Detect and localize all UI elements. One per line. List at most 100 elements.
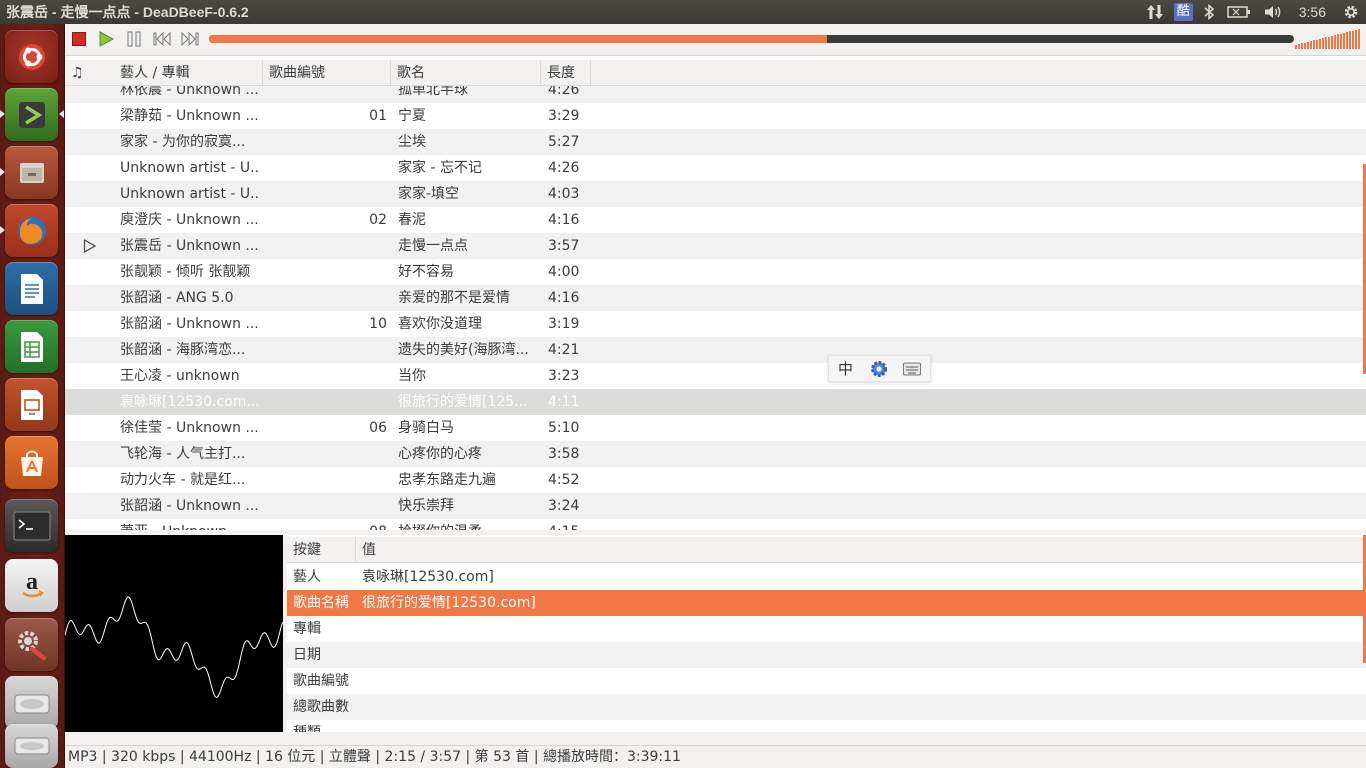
pause-button[interactable]: [123, 30, 145, 48]
playlist-row[interactable]: Unknown artist - U... 家家 - 忘不记 4:26: [65, 155, 1366, 181]
scope-waveform: [64, 596, 283, 699]
track-title: 遗失的美好(海豚湾...: [398, 342, 529, 358]
libreoffice-impress-icon[interactable]: [5, 378, 58, 431]
property-row[interactable]: 總歌曲數: [287, 694, 1366, 720]
track-artist-album: 萧亚 - Unknown ...: [120, 519, 260, 530]
firefox-icon[interactable]: [5, 204, 58, 257]
gear-icon[interactable]: [862, 356, 895, 381]
col-title[interactable]: 歌名: [391, 60, 541, 86]
volume-bar-segment: [1313, 40, 1315, 49]
volume-bar-segment: [1352, 30, 1354, 49]
col-track-number[interactable]: 歌曲編號: [263, 60, 391, 86]
playlist-row[interactable]: Unknown artist - U... 家家-填空 4:03: [65, 181, 1366, 207]
volume-icon[interactable]: [1257, 0, 1289, 24]
play-button[interactable]: [95, 30, 117, 48]
volume-bar-segment: [1298, 44, 1300, 49]
property-row[interactable]: 專輯: [287, 616, 1366, 642]
volume-bar-segment: [1331, 35, 1333, 49]
libreoffice-writer-icon[interactable]: [5, 262, 58, 315]
track-number: [263, 155, 387, 181]
stop-button[interactable]: [68, 30, 90, 48]
playlist-row[interactable]: 张韶涵 - ANG 5.0 亲爱的那不是爱情 4:16: [65, 285, 1366, 311]
bluetooth-icon[interactable]: [1197, 0, 1221, 24]
top-panel: 张震岳 - 走慢一点点 - DeaDBeeF-0.6.2 酷 3:56: [0, 0, 1366, 24]
track-number: 02: [369, 212, 387, 228]
drive-icon[interactable]: [5, 676, 58, 729]
volume-bar-segment: [1358, 29, 1360, 49]
ime-mode-toggle[interactable]: 中: [829, 356, 862, 381]
playlist-row[interactable]: 萧亚 - Unknown ...08 拾掇你的温柔 4:15: [65, 519, 1366, 530]
seek-bar[interactable]: [209, 35, 1294, 43]
playlist-row[interactable]: 家家 - 为你的寂寞... 尘埃 5:27: [65, 129, 1366, 155]
volume-slider[interactable]: [1295, 29, 1363, 49]
playlist-row[interactable]: 张靓颖 - 倾听 张靓颖 好不容易 4:00: [65, 259, 1366, 285]
file-manager-icon[interactable]: [5, 146, 58, 199]
col-value[interactable]: 值: [356, 537, 1366, 563]
previous-button[interactable]: [151, 30, 173, 48]
volume-bar-segment: [1340, 33, 1342, 49]
track-properties: 藝人 袁咏琳[12530.com] 歌曲名稱 很旅行的爱情[12530.com] 專輯日…: [287, 535, 1366, 732]
col-key[interactable]: 按鍵: [287, 537, 356, 563]
software-center-icon[interactable]: [5, 436, 58, 489]
playlist-row[interactable]: 庾澄庆 - Unknown ... 02 春泥 4:16: [65, 207, 1366, 233]
libreoffice-calc-icon[interactable]: [5, 320, 58, 373]
playlist-row[interactable]: 张震岳 - Unknown ... 走慢一点点 3:57: [65, 233, 1366, 259]
terminal-icon[interactable]: [5, 499, 58, 552]
playlist-row[interactable]: 张韶涵 - Unknown ... 10 喜欢你没道理 3:19: [65, 311, 1366, 337]
clock[interactable]: 3:56: [1289, 0, 1336, 24]
track-title: 走慢一点点: [398, 238, 468, 254]
status-bar: MP3 | 320 kbps | 44100Hz | 16 位元 | 立體聲 |…: [65, 745, 1366, 768]
col-playing[interactable]: ♫: [65, 60, 114, 86]
track-number: [263, 493, 387, 519]
track-artist-album: 庾澄庆 - Unknown ...: [120, 212, 259, 228]
track-number: [263, 181, 387, 207]
system-settings-icon[interactable]: [5, 618, 58, 671]
drive-icon[interactable]: [5, 724, 58, 768]
ubuntu-dash-icon[interactable]: [5, 30, 58, 83]
volume-bar-segment: [1301, 43, 1303, 49]
playlist-row[interactable]: 张韶涵 - Unknown ... 快乐崇拜 3:24: [65, 493, 1366, 519]
track-artist-album: 梁静茹 - Unknown ...: [120, 108, 259, 124]
volume-bar-segment: [1343, 32, 1345, 49]
track-title: 拾掇你的温柔: [398, 519, 538, 530]
volume-bar-segment: [1355, 29, 1357, 49]
property-row[interactable]: 歌曲編號: [287, 668, 1366, 694]
gear-icon[interactable]: [1336, 0, 1366, 24]
property-row[interactable]: 種類: [287, 720, 1366, 732]
properties-header: 按鍵 值: [287, 537, 1366, 563]
input-method-indicator[interactable]: 酷: [1173, 3, 1193, 21]
col-length[interactable]: 長度: [541, 60, 591, 86]
network-arrows-icon[interactable]: [1140, 0, 1170, 24]
track-artist-album: 家家 - 为你的寂寞...: [120, 134, 246, 150]
property-row[interactable]: 藝人 袁咏琳[12530.com]: [287, 564, 1366, 590]
col-artist-album[interactable]: 藝人 / 專輯: [114, 60, 263, 86]
playlist-row[interactable]: 梁静茹 - Unknown ... 01 宁夏 3:29: [65, 103, 1366, 129]
playlist-row[interactable]: 王心凌 - unknown 当你 3:23: [65, 363, 1366, 389]
property-row[interactable]: 歌曲名稱 很旅行的爱情[12530.com]: [287, 590, 1366, 616]
playlist-row[interactable]: 动力火车 - 就是红... 忠孝东路走九遍 4:52: [65, 467, 1366, 493]
next-button[interactable]: [179, 30, 201, 48]
playlist-row[interactable]: 袁咏琳[12530.com... 很旅行的爱情[125... 4:11: [65, 389, 1366, 415]
svg-text:a: a: [26, 569, 38, 595]
track-title: 好不容易: [398, 264, 454, 280]
track-number: [263, 233, 387, 259]
ime-toolbar: 中: [828, 355, 931, 382]
deadbeef-player-icon[interactable]: [5, 88, 58, 141]
playlist-row[interactable]: 张韶涵 - 海豚湾恋... 遗失的美好(海豚湾... 4:21: [65, 337, 1366, 363]
property-row[interactable]: 日期: [287, 642, 1366, 668]
battery-icon[interactable]: [1221, 0, 1257, 24]
launcher: a: [0, 24, 65, 768]
property-key: 歌曲名稱: [293, 595, 349, 611]
volume-bar-segment: [1304, 42, 1306, 49]
track-number: 06: [369, 420, 387, 436]
track-artist-album: 袁咏琳[12530.com...: [120, 394, 260, 410]
property-key: 藝人: [293, 569, 321, 585]
track-number: [263, 441, 387, 467]
track-number: 08: [263, 519, 387, 530]
track-title: 喜欢你没道理: [398, 316, 482, 332]
playlist-row[interactable]: 徐佳莹 - Unknown ... 06 身骑白马 5:10: [65, 415, 1366, 441]
keyboard-icon[interactable]: [895, 356, 928, 381]
playlist-row[interactable]: 飞轮海 - 人气主打... 心疼你的心疼 3:58: [65, 441, 1366, 467]
track-title: 宁夏: [398, 108, 426, 124]
amazon-icon[interactable]: a: [5, 559, 58, 612]
